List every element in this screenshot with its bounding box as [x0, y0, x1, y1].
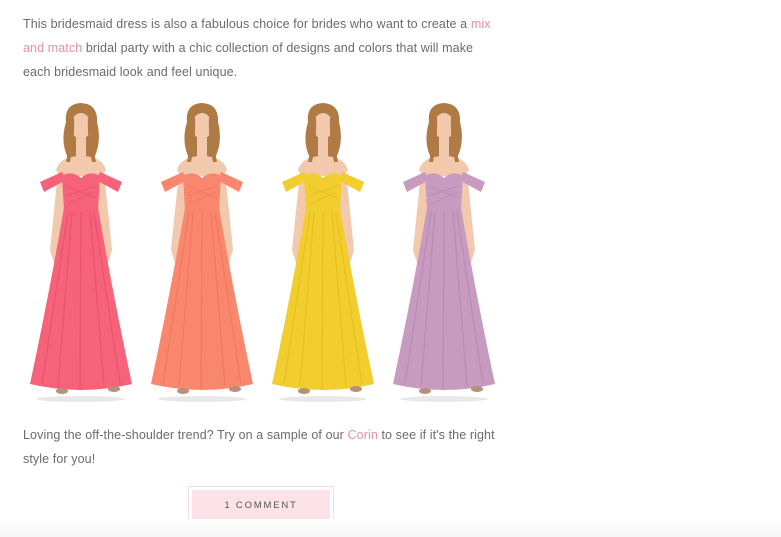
dress-color-lineup-image [22, 100, 508, 406]
floor-shadow [158, 396, 246, 402]
shoulders [177, 156, 227, 176]
floor-shadow [400, 396, 488, 402]
trend-paragraph: Loving the off-the-shoulder trend? Try o… [23, 423, 503, 471]
neck [197, 136, 207, 158]
dress-model-yellow [272, 103, 374, 402]
left-shoe [177, 388, 189, 394]
dress-model-lilac [393, 103, 495, 402]
floor-shadow [279, 396, 367, 402]
left-shoe [298, 388, 310, 394]
trend-paragraph-block: Loving the off-the-shoulder trend? Try o… [23, 423, 503, 471]
dress-model-peach [151, 103, 253, 402]
left-shoe [419, 388, 431, 394]
intro-paragraph: This bridesmaid dress is also a fabulous… [23, 12, 503, 84]
right-shoe [108, 386, 120, 392]
shoulders [56, 156, 106, 176]
left-shoe [56, 388, 68, 394]
neck [439, 136, 449, 158]
intro-text-start: This bridesmaid dress is also a fabulous… [23, 17, 471, 31]
floor-shadow [37, 396, 125, 402]
article-body: This bridesmaid dress is also a fabulous… [23, 12, 503, 84]
shoulders [298, 156, 348, 176]
right-shoe [229, 386, 241, 392]
intro-text-end: bridal party with a chic collection of d… [23, 41, 474, 79]
comments-button[interactable]: 1 COMMENT [192, 490, 330, 520]
trend-text-start: Loving the off-the-shoulder trend? Try o… [23, 428, 348, 442]
shoulders [419, 156, 469, 176]
corin-link[interactable]: Corin [348, 428, 378, 442]
page-bottom-fade [0, 519, 781, 537]
neck [318, 136, 328, 158]
right-shoe [350, 386, 362, 392]
dress-model-coral [30, 103, 132, 402]
neck [76, 136, 86, 158]
right-shoe [471, 386, 483, 392]
